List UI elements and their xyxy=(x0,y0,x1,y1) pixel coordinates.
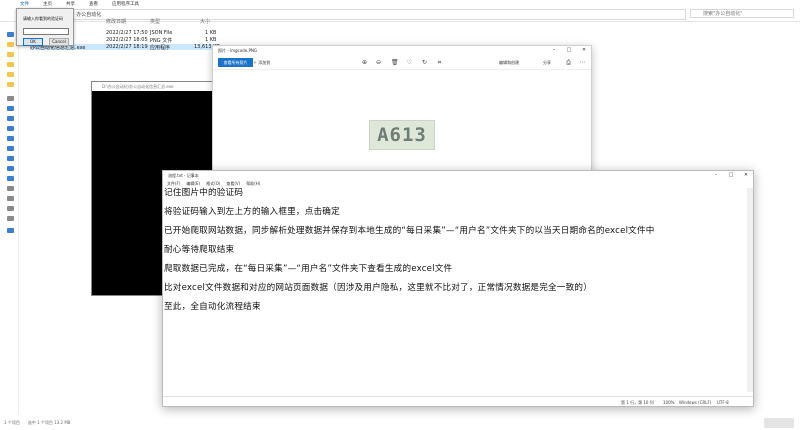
tab-share[interactable]: 共享 xyxy=(66,1,75,7)
text-line: 记住图片中的验证码 xyxy=(164,188,244,198)
captcha-input[interactable] xyxy=(23,28,69,35)
cancel-button[interactable]: Cancel xyxy=(49,38,69,46)
photos-toolbar: 查看所有照片 ＋ 添加到 ⊕ ⊖ 🗑 ♡ ↻ ⌗ 编辑和创建 分享 ⎙ ⋯ xyxy=(213,55,591,70)
favorite-icon[interactable]: ♡ xyxy=(406,59,413,66)
line-ending: Windows (CRLF) xyxy=(679,400,712,405)
maximize-icon[interactable]: □ xyxy=(724,171,738,180)
videos-icon[interactable] xyxy=(7,126,14,131)
music-icon[interactable] xyxy=(7,166,14,171)
minimize-icon[interactable]: – xyxy=(547,46,561,55)
nav-pane xyxy=(0,22,19,414)
photos-title: 照片 - imgcode.PNG xyxy=(218,48,257,53)
text-line: 爬取数据已完成，在“每日采集”—“用户名”文件夹下查看生成的excel文件 xyxy=(164,264,453,274)
captcha-image: A613 xyxy=(369,120,435,150)
notepad-status-bar: 第 1 行，第 10 列 100% Windows (CRLF) UTF-8 xyxy=(163,396,753,407)
text-line: 耐心等待爬取结束 xyxy=(164,245,235,255)
column-type[interactable]: 类型 xyxy=(150,18,160,25)
encoding: UTF-8 xyxy=(717,400,729,405)
text-line: 将验证码输入到左上方的输入框里，点击确定 xyxy=(164,207,340,217)
maximize-icon[interactable]: □ xyxy=(562,46,576,55)
drive-icon[interactable] xyxy=(7,216,14,221)
notepad-title: 流程.txt - 记事本 xyxy=(168,173,199,178)
share-button[interactable]: 分享 xyxy=(543,58,551,67)
close-icon[interactable]: ✕ xyxy=(739,171,753,180)
folder-icon[interactable] xyxy=(7,42,14,47)
console-title: D:\办公自动化\办公自动化信息汇总.exe xyxy=(92,82,216,91)
folder-icon[interactable] xyxy=(7,52,14,57)
documents-icon[interactable] xyxy=(7,146,14,151)
drive-icon[interactable] xyxy=(7,196,14,201)
system-tray[interactable] xyxy=(764,418,794,428)
status-text: 3 个项目 选中 1 个项目 13.2 MB xyxy=(4,420,71,425)
folder-icon[interactable] xyxy=(7,62,14,67)
onedrive-icon[interactable] xyxy=(7,96,14,101)
search-input[interactable]: 搜索"办公自动化" xyxy=(690,9,794,18)
add-to-button[interactable]: ＋ 添加到 xyxy=(253,58,270,67)
more-icon[interactable]: ⋯ xyxy=(579,59,586,66)
minimize-icon[interactable]: – xyxy=(709,171,723,180)
tab-app-tools[interactable]: 应用程序工具 xyxy=(112,1,139,7)
column-modified[interactable]: 修改日期 xyxy=(106,18,126,25)
see-all-photos-button[interactable]: 查看所有照片 xyxy=(218,58,253,67)
close-icon[interactable]: ✕ xyxy=(577,46,591,55)
drive-icon[interactable] xyxy=(7,206,14,211)
text-line: 至此，全自动化流程结束 xyxy=(164,302,261,312)
drive-icon[interactable] xyxy=(7,186,14,191)
column-size[interactable]: 大小 xyxy=(200,18,210,25)
delete-icon[interactable]: 🗑 xyxy=(391,59,399,66)
zoom-level: 100% xyxy=(663,400,675,405)
captcha-code: A613 xyxy=(377,124,427,146)
zoom-out-icon[interactable]: ⊖ xyxy=(375,59,382,66)
dialog-prompt: 请输入你看到的验证码 xyxy=(23,16,63,21)
notepad-menubar: 文件(F) 编辑(E) 格式(O) 查看(V) 帮助(H) xyxy=(163,180,753,188)
downloads-icon[interactable] xyxy=(7,156,14,161)
folder-icon[interactable] xyxy=(7,82,14,87)
print-icon[interactable]: ⎙ xyxy=(565,59,572,66)
tab-home[interactable]: 主页 xyxy=(43,1,52,7)
text-line: 已开始爬取网站数据，同步解析处理数据并保存到本地生成的“每日采集”—“用户名”文… xyxy=(164,226,655,236)
notepad-text-area[interactable]: 记住图片中的验证码 将验证码输入到左上方的输入框里，点击确定 已开始爬取网站数据… xyxy=(163,188,747,392)
desktop-icon[interactable] xyxy=(7,176,14,181)
pictures-icon[interactable] xyxy=(7,136,14,141)
tab-file[interactable]: 文件 xyxy=(20,1,29,7)
ribbon-tabs: 文件 主页 共享 查看 应用程序工具 xyxy=(20,0,139,7)
folder-icon[interactable] xyxy=(7,72,14,77)
photos-window: 照片 - imgcode.PNG – □ ✕ 查看所有照片 ＋ 添加到 ⊕ ⊖ … xyxy=(212,45,592,177)
network-icon[interactable] xyxy=(7,228,14,233)
tab-view[interactable]: 查看 xyxy=(89,1,98,7)
notepad-window: 流程.txt - 记事本 – □ ✕ 文件(F) 编辑(E) 格式(O) 查看(… xyxy=(162,170,754,407)
cursor-position: 第 1 行，第 10 列 xyxy=(621,400,654,405)
captcha-dialog: 请输入你看到的验证码 OK Cancel xyxy=(16,8,74,46)
menu-help[interactable]: 帮助(H) xyxy=(246,180,260,188)
text-line: 比对excel文件数据和对应的网站页面数据（因涉及用户隐私，这里就不比对了，正常… xyxy=(164,283,592,293)
this-pc-icon[interactable] xyxy=(7,106,14,111)
edit-create-button[interactable]: 编辑和创建 xyxy=(499,58,519,67)
ok-button[interactable]: OK xyxy=(23,38,43,46)
explorer-status-bar: 3 个项目 选中 1 个项目 13.2 MB xyxy=(0,416,800,430)
crop-icon[interactable]: ⌗ xyxy=(436,59,443,66)
vertical-scrollbar[interactable] xyxy=(747,188,753,392)
rotate-icon[interactable]: ↻ xyxy=(421,59,428,66)
quick-access-icon[interactable] xyxy=(7,32,14,37)
zoom-in-icon[interactable]: ⊕ xyxy=(361,59,368,66)
objects-icon[interactable] xyxy=(7,116,14,121)
